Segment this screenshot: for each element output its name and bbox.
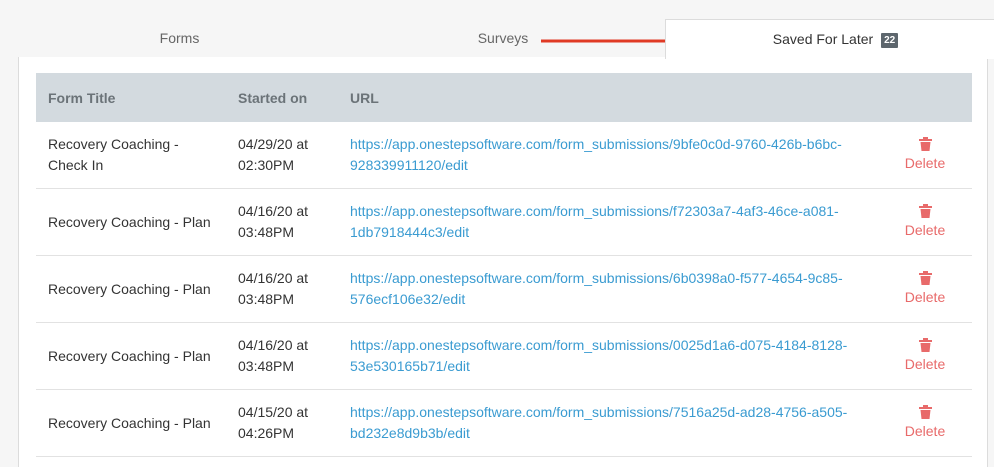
- delete-button[interactable]: Delete: [878, 122, 972, 189]
- row-url-link[interactable]: https://app.onestepsoftware.com/form_sub…: [350, 404, 847, 441]
- table-row: Recovery Coaching - Plan 04/16/20 at 03:…: [36, 188, 972, 256]
- header-url: URL: [338, 73, 878, 122]
- tab-bar: Forms Surveys Saved For Later 22: [18, 0, 994, 59]
- delete-label: Delete: [904, 288, 946, 305]
- trash-icon: [918, 337, 932, 352]
- delete-button[interactable]: Delete: [878, 188, 972, 256]
- row-form-title: Recovery Coaching - Plan: [36, 255, 226, 323]
- row-form-title: Recovery Coaching - Plan: [36, 188, 226, 256]
- saved-forms-panel: Form Title Started on URL Recovery Coach…: [18, 57, 988, 467]
- row-form-title: Recovery Coaching - Plan: [36, 389, 226, 457]
- row-started-on: 04/16/20 at 03:48PM: [226, 322, 338, 390]
- row-url-link[interactable]: https://app.onestepsoftware.com/form_sub…: [350, 203, 839, 240]
- saved-forms-table: Form Title Started on URL Recovery Coach…: [36, 73, 972, 457]
- row-url-link[interactable]: https://app.onestepsoftware.com/form_sub…: [350, 337, 847, 374]
- row-form-title: Recovery Coaching - Plan: [36, 322, 226, 390]
- row-started-on: 04/29/20 at 02:30PM: [226, 122, 338, 189]
- row-started-on: 04/16/20 at 03:48PM: [226, 188, 338, 256]
- tab-saved-for-later[interactable]: Saved For Later 22: [665, 19, 994, 59]
- delete-label: Delete: [904, 154, 946, 171]
- table-header-row: Form Title Started on URL: [36, 73, 972, 122]
- header-form-title: Form Title: [36, 73, 226, 122]
- row-started-on: 04/15/20 at 04:26PM: [226, 389, 338, 457]
- row-form-title: Recovery Coaching - Check In: [36, 122, 226, 189]
- trash-icon: [918, 203, 932, 218]
- table-row: Recovery Coaching - Plan 04/16/20 at 03:…: [36, 255, 972, 323]
- delete-button[interactable]: Delete: [878, 255, 972, 323]
- table-row: Recovery Coaching - Plan 04/16/20 at 03:…: [36, 322, 972, 390]
- delete-button[interactable]: Delete: [878, 322, 972, 390]
- saved-count-badge: 22: [881, 32, 899, 48]
- delete-label: Delete: [904, 422, 946, 439]
- tab-forms[interactable]: Forms: [18, 19, 341, 58]
- trash-icon: [918, 270, 932, 285]
- header-started-on: Started on: [226, 73, 338, 122]
- delete-label: Delete: [904, 355, 946, 372]
- table-row: Recovery Coaching - Plan 04/15/20 at 04:…: [36, 389, 972, 457]
- row-started-on: 04/16/20 at 03:48PM: [226, 255, 338, 323]
- row-url-link[interactable]: https://app.onestepsoftware.com/form_sub…: [350, 136, 842, 173]
- header-actions: [878, 73, 972, 122]
- trash-icon: [918, 136, 932, 151]
- row-url-link[interactable]: https://app.onestepsoftware.com/form_sub…: [350, 270, 843, 307]
- tab-saved-label: Saved For Later: [772, 31, 874, 47]
- table-row: Recovery Coaching - Check In 04/29/20 at…: [36, 122, 972, 189]
- trash-icon: [918, 404, 932, 419]
- delete-button[interactable]: Delete: [878, 389, 972, 457]
- delete-label: Delete: [904, 221, 946, 238]
